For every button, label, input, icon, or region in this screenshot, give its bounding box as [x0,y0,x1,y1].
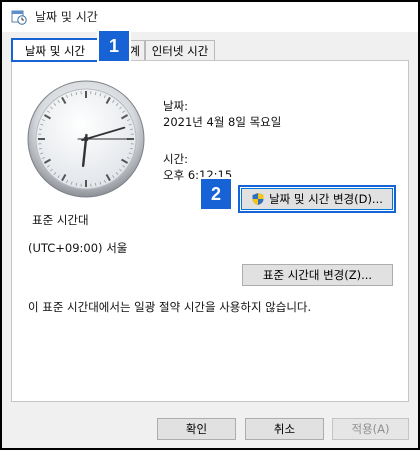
datetime-dialog: 날짜 및 시간 날짜 및 시간 계 인터넷 시간 1 날짜: 2021년 4월 … [2,2,418,448]
window-title: 날짜 및 시간 [35,10,98,24]
ok-button[interactable]: 확인 [157,418,236,440]
tab-panel: 날짜: 2021년 4월 8일 목요일 시간: 오후 6:12:15 날짜 및 … [11,60,409,402]
analog-clock [27,80,145,198]
datetime-app-icon [11,10,27,25]
time-label: 시간: [163,152,189,166]
tab-internet-time[interactable]: 인터넷 시간 [145,40,215,60]
titlebar: 날짜 및 시간 [2,2,418,32]
dst-note: 이 표준 시간대에서는 일광 절약 시간을 사용하지 않습니다. [28,300,312,314]
apply-button[interactable]: 적용(A) [332,418,409,440]
annotation-badge-1: 1 [97,29,131,63]
timezone-value: (UTC+09:00) 서울 [28,241,128,255]
change-timezone-button[interactable]: 표준 시간대 변경(Z)... [242,264,393,286]
date-label: 날짜: [163,99,189,113]
timezone-heading: 표준 시간대 [32,213,89,227]
tab-date-time[interactable]: 날짜 및 시간 [11,38,99,62]
change-datetime-label: 날짜 및 시간 변경(D)... [269,192,383,206]
change-datetime-button[interactable]: 날짜 및 시간 변경(D)... [238,185,396,213]
dialog-footer: 확인 취소 적용(A) [2,404,418,448]
annotation-badge-2: 2 [199,177,233,211]
date-value: 2021년 4월 8일 목요일 [163,115,282,129]
cancel-button[interactable]: 취소 [245,418,324,440]
tab-bar: 날짜 및 시간 계 인터넷 시간 [2,32,418,62]
uac-shield-icon [252,193,264,205]
clock-center [83,136,89,142]
